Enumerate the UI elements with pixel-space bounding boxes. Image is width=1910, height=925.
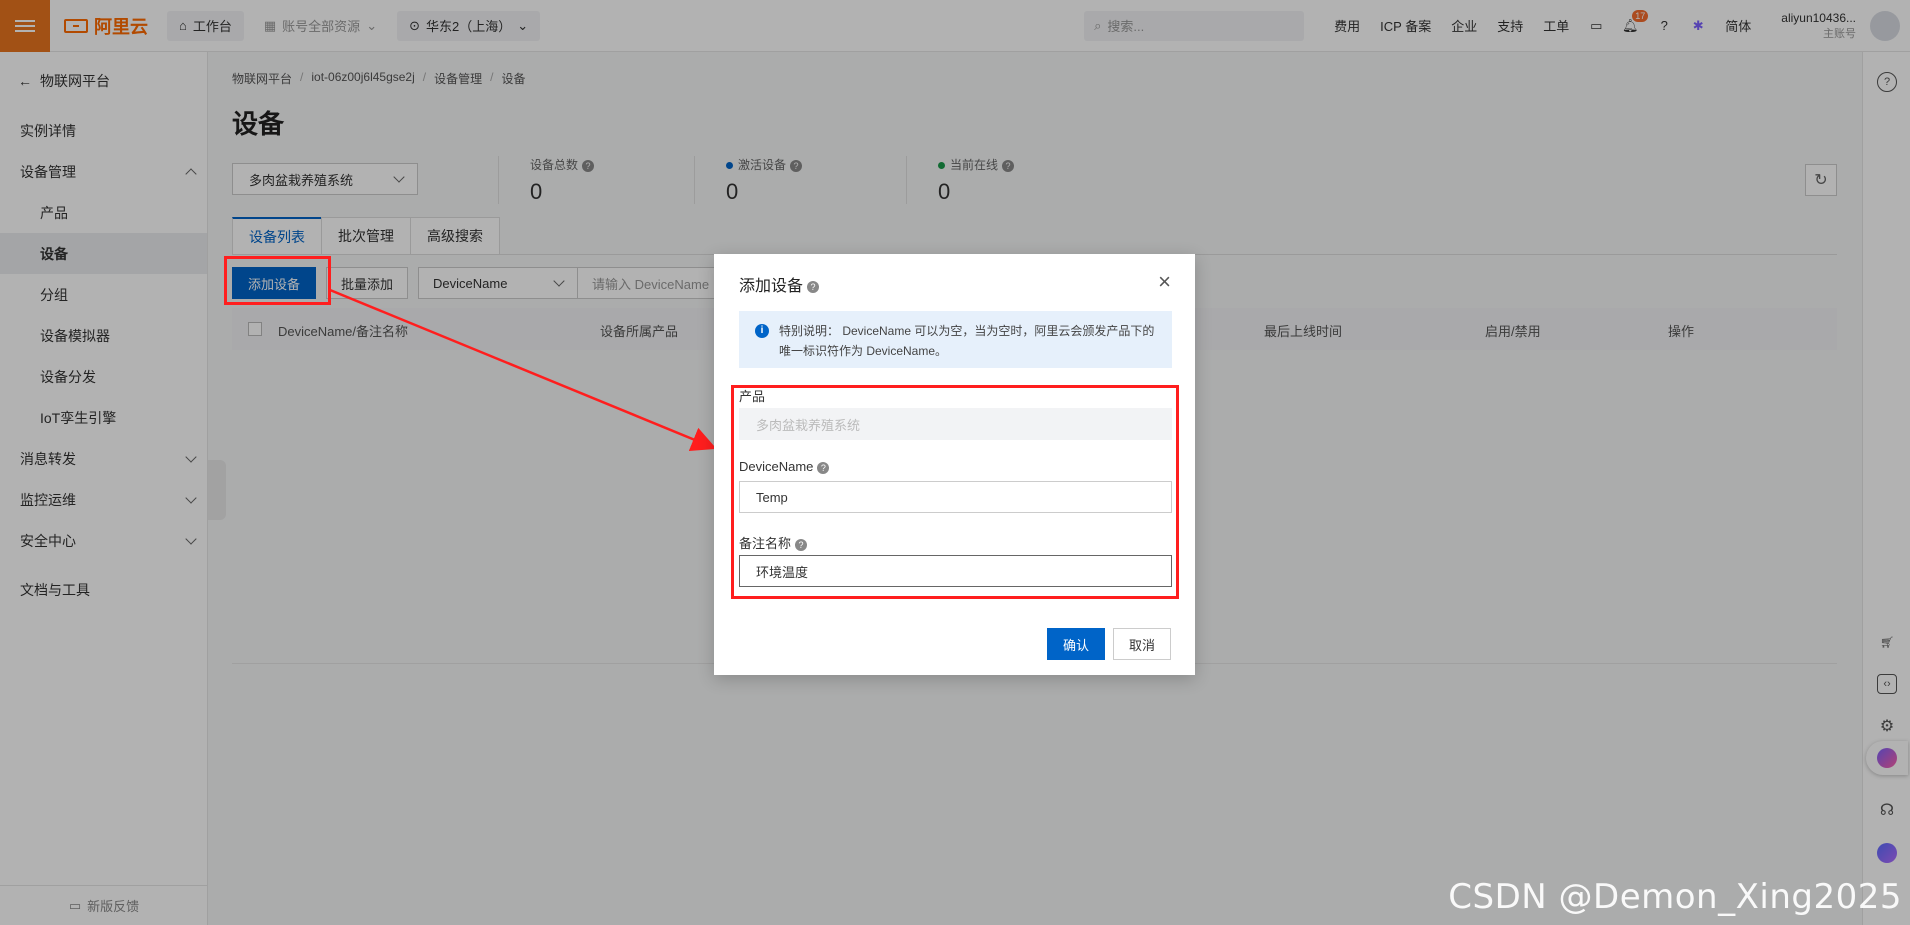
watermark: CSDN @Demon_Xing2025 xyxy=(1448,877,1902,917)
dialog-title-text: 添加设备 xyxy=(739,278,804,295)
add-device-dialog: 添加设备? × i 特别说明： DeviceName 可以为空，当为空时，阿里云… xyxy=(714,254,1195,675)
question-icon[interactable]: ? xyxy=(807,280,820,293)
highlight-box xyxy=(224,256,331,305)
info-icon: i xyxy=(755,324,769,338)
notice-banner: i 特别说明： DeviceName 可以为空，当为空时，阿里云会颁发产品下的唯… xyxy=(739,311,1172,368)
dialog-title: 添加设备? xyxy=(739,272,820,296)
close-icon[interactable]: × xyxy=(1158,271,1171,293)
confirm-button[interactable]: 确认 xyxy=(1047,628,1105,660)
cancel-button[interactable]: 取消 xyxy=(1113,628,1171,660)
notice-text: 特别说明： DeviceName 可以为空，当为空时，阿里云会颁发产品下的唯一标… xyxy=(779,324,1155,358)
highlight-box xyxy=(731,385,1179,599)
